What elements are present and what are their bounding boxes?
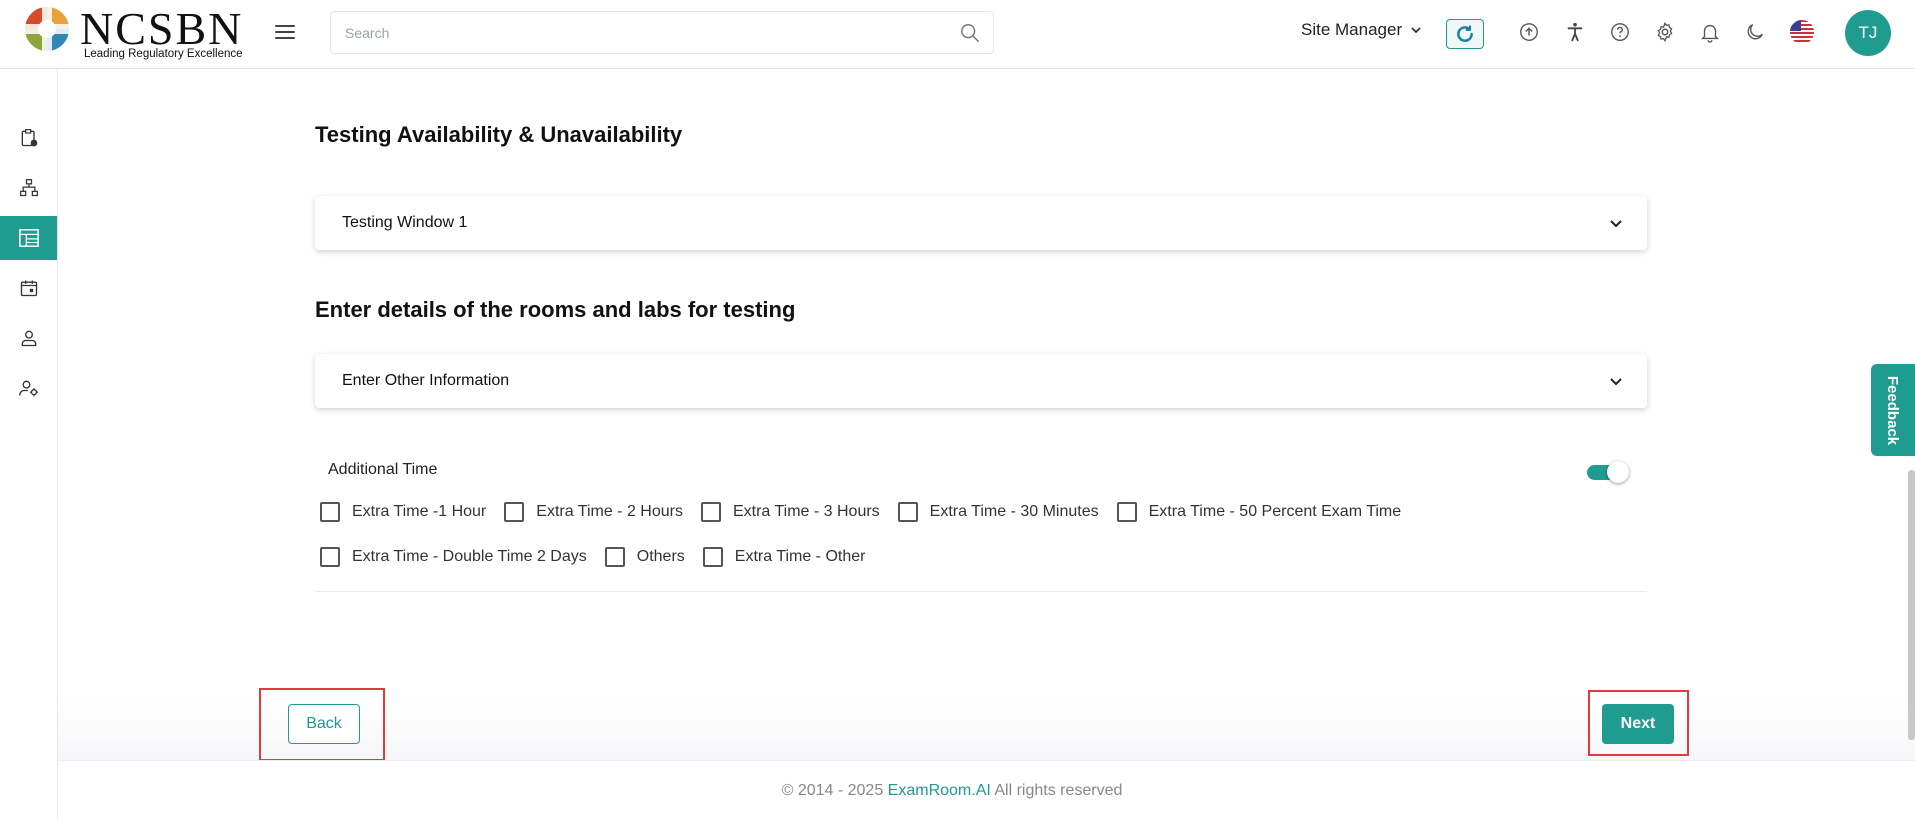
sidebar-item-user-settings[interactable] — [0, 366, 57, 410]
checkbox-row-1: Extra Time -1 Hour Extra Time - 2 Hours … — [320, 502, 1419, 522]
checkbox-extra-time-3-hours[interactable]: Extra Time - 3 Hours — [700, 502, 880, 522]
testing-window-accordion[interactable]: Testing Window 1 — [315, 196, 1647, 250]
checkbox-box[interactable] — [700, 502, 721, 522]
checkbox-label: Extra Time - 2 Hours — [536, 503, 683, 520]
page-scrollbar[interactable] — [1908, 470, 1915, 740]
ncsbn-logo[interactable]: NCSBN Leading Regulatory Excellence — [22, 3, 247, 62]
top-header: NCSBN Leading Regulatory Excellence Site… — [0, 0, 1915, 69]
sidebar-item-users[interactable] — [0, 316, 57, 360]
footer-rights: All rights reserved — [994, 782, 1123, 799]
search-icon[interactable] — [959, 22, 981, 44]
sidebar-item-schedule[interactable] — [0, 116, 57, 160]
checkbox-others[interactable]: Others — [604, 547, 685, 567]
gear-icon[interactable] — [1653, 20, 1677, 44]
sidebar-item-calendar[interactable] — [0, 266, 57, 310]
logo-mark-icon — [23, 5, 71, 53]
calendar-icon — [20, 280, 37, 297]
toggle-knob — [1607, 461, 1629, 483]
hamburger-menu-icon[interactable] — [273, 20, 297, 44]
other-information-accordion[interactable]: Enter Other Information — [315, 354, 1647, 408]
section-title-availability: Testing Availability & Unavailability — [315, 122, 683, 147]
sidebar-item-organization[interactable] — [0, 166, 57, 210]
search-input[interactable] — [345, 22, 925, 44]
refresh-icon — [1457, 25, 1473, 42]
checkbox-extra-time-other[interactable]: Extra Time - Other — [702, 547, 866, 567]
checkbox-box[interactable] — [702, 547, 723, 567]
checkbox-extra-time-50-percent[interactable]: Extra Time - 50 Percent Exam Time — [1116, 502, 1402, 522]
checkbox-box[interactable] — [320, 547, 340, 567]
other-information-label: Enter Other Information — [342, 372, 510, 389]
user-avatar[interactable]: TJ — [1845, 10, 1891, 56]
refresh-button[interactable] — [1446, 19, 1484, 49]
checkbox-label: Extra Time - 3 Hours — [732, 503, 880, 520]
footer-copyright: © 2014 - 2025 — [781, 782, 884, 799]
us-flag-icon[interactable] — [1789, 19, 1815, 45]
checkbox-label: Others — [636, 548, 685, 565]
checkbox-box[interactable] — [1116, 502, 1137, 522]
checkbox-label: Extra Time -1 Hour — [352, 503, 487, 520]
role-label: Site Manager — [1301, 20, 1403, 39]
checkbox-row-2: Extra Time - Double Time 2 Days Others E… — [320, 547, 883, 567]
checkbox-extra-time-1-hour[interactable]: Extra Time -1 Hour — [320, 502, 486, 522]
checkbox-label: Extra Time - Double Time 2 Days — [352, 548, 587, 565]
sitemap-icon — [19, 179, 38, 197]
checkbox-label: Extra Time - Other — [734, 548, 866, 565]
user-settings-icon — [18, 380, 38, 397]
sidebar-nav — [0, 69, 58, 820]
checkbox-extra-time-30-minutes[interactable]: Extra Time - 30 Minutes — [897, 502, 1099, 522]
checkbox-box[interactable] — [504, 502, 525, 522]
footer: © 2014 - 2025 ExamRoom.AI All rights res… — [58, 760, 1915, 820]
user-icon — [21, 330, 36, 347]
sidebar-item-sites[interactable] — [0, 216, 57, 260]
chevron-down-icon — [1610, 378, 1622, 386]
footer-brand-link[interactable]: ExamRoom.AI — [888, 782, 991, 799]
logo-tagline: Leading Regulatory Excellence — [84, 48, 243, 60]
additional-time-toggle[interactable] — [1587, 461, 1629, 483]
section-divider — [315, 591, 1647, 592]
chevron-down-icon — [1610, 220, 1622, 228]
checkbox-box[interactable] — [604, 547, 625, 567]
back-button[interactable]: Back — [288, 704, 360, 744]
section-title-rooms: Enter details of the rooms and labs for … — [315, 297, 796, 322]
help-icon[interactable] — [1608, 20, 1632, 44]
additional-time-label: Additional Time — [328, 461, 438, 478]
clipboard-clock-icon — [21, 129, 37, 147]
checkbox-label: Extra Time - 30 Minutes — [929, 503, 1099, 520]
feedback-label: Feedback — [1884, 375, 1902, 445]
testing-window-label: Testing Window 1 — [342, 214, 468, 231]
checkbox-box[interactable] — [320, 502, 340, 522]
chevron-down-icon — [1411, 27, 1421, 34]
dark-mode-moon-icon[interactable] — [1743, 20, 1767, 44]
role-dropdown[interactable]: Site Manager — [1301, 20, 1422, 40]
checkbox-extra-time-double-time[interactable]: Extra Time - Double Time 2 Days — [320, 547, 587, 567]
checkbox-extra-time-2-hours[interactable]: Extra Time - 2 Hours — [504, 502, 683, 522]
checkbox-box[interactable] — [897, 502, 918, 522]
table-layout-icon — [18, 229, 39, 247]
upload-icon[interactable] — [1517, 20, 1541, 44]
checkbox-label: Extra Time - 50 Percent Exam Time — [1148, 503, 1402, 520]
bell-icon[interactable] — [1698, 20, 1722, 44]
accessibility-icon[interactable] — [1563, 20, 1587, 44]
next-button[interactable]: Next — [1602, 704, 1674, 744]
footer-text: © 2014 - 2025 ExamRoom.AI All rights res… — [58, 782, 1846, 800]
search-box — [330, 11, 994, 54]
feedback-tab[interactable]: Feedback — [1871, 364, 1915, 456]
